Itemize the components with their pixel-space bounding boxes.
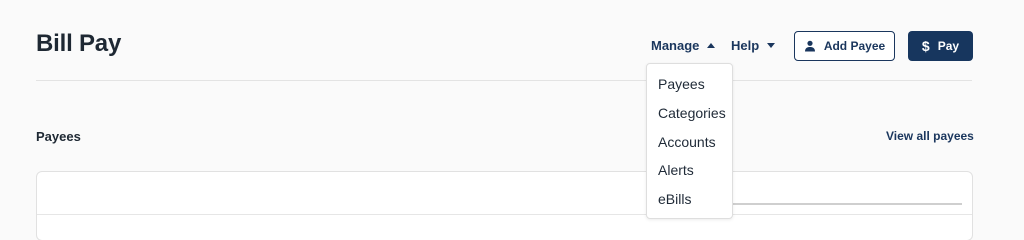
page-title: Bill Pay: [36, 30, 122, 57]
card-divider: [37, 214, 972, 215]
header-divider: [36, 80, 972, 81]
menu-item-payees[interactable]: Payees: [658, 76, 705, 92]
manage-dropdown-menu: Payees Categories Accounts Alerts eBills: [646, 63, 733, 219]
help-menu-toggle[interactable]: Help: [731, 38, 776, 53]
add-payee-label: Add Payee: [823, 39, 886, 53]
pay-button[interactable]: $ Pay: [908, 31, 973, 61]
manage-label: Manage: [651, 38, 700, 53]
view-all-payees-link[interactable]: View all payees: [886, 129, 974, 143]
person-icon: [804, 40, 816, 52]
card-placeholder-bar: [733, 203, 962, 205]
chevron-down-icon: [767, 43, 776, 48]
menu-item-ebills[interactable]: eBills: [658, 191, 691, 207]
dollar-icon: $: [921, 38, 930, 54]
bill-pay-page: Bill Pay Manage Help Add Payee $ Pay Pay…: [0, 0, 1024, 240]
add-payee-button[interactable]: Add Payee: [794, 31, 895, 61]
payees-card: [36, 171, 973, 240]
menu-item-categories[interactable]: Categories: [658, 105, 726, 121]
manage-menu-toggle[interactable]: Manage: [651, 38, 716, 53]
pay-label: Pay: [937, 39, 960, 53]
menu-item-alerts[interactable]: Alerts: [658, 162, 694, 178]
chevron-up-icon: [707, 43, 716, 48]
menu-item-accounts[interactable]: Accounts: [658, 134, 716, 150]
help-label: Help: [731, 38, 760, 53]
payees-section-title: Payees: [36, 129, 81, 144]
